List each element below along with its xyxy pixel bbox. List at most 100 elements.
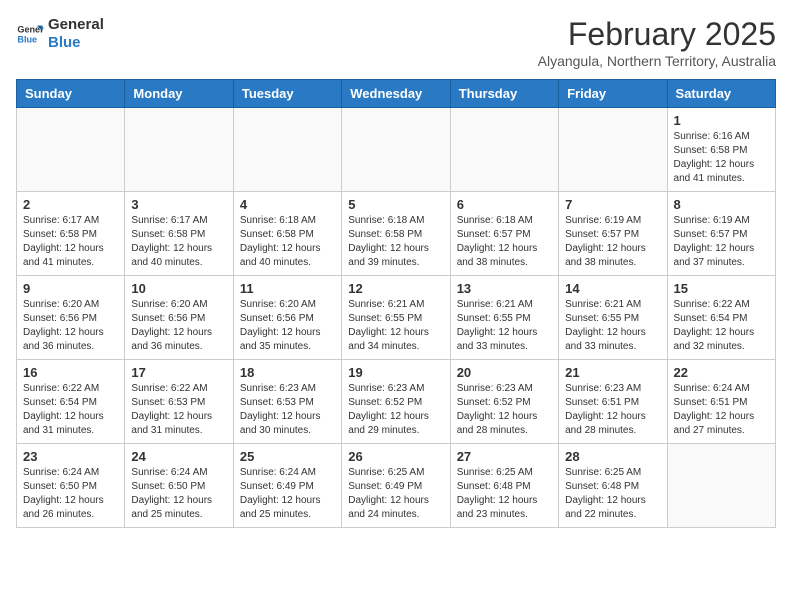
day-info: Sunrise: 6:20 AM Sunset: 6:56 PM Dayligh… [131,298,226,354]
calendar-cell: 16 Sunrise: 6:22 AM Sunset: 6:54 PM Dayli… [17,360,125,444]
calendar-cell: 20Sunrise: 6:23 AM Sunset: 6:52 PM Dayli… [450,360,558,444]
calendar-cell: 8 Sunrise: 6:19 AM Sunset: 6:57 PM Daylig… [667,192,775,276]
calendar-cell: 13 Sunrise: 6:21 AM Sunset: 6:55 PM Dayli… [450,276,558,360]
calendar-cell: 23 Sunrise: 6:24 AM Sunset: 6:50 PM Dayli… [17,444,125,528]
day-number: 25 [240,449,335,464]
day-info: Sunrise: 6:24 AM Sunset: 6:50 PM Dayligh… [131,466,226,522]
calendar-cell [342,108,450,192]
day-number: 22 [674,365,769,380]
day-info: Sunrise: 6:22 AM Sunset: 6:53 PM Dayligh… [131,382,226,438]
day-info: Sunrise: 6:21 AM Sunset: 6:55 PM Dayligh… [457,298,552,354]
calendar-cell [667,444,775,528]
day-number: 27 [457,449,552,464]
day-info: Sunrise: 6:20 AM Sunset: 6:56 PM Dayligh… [23,298,118,354]
day-info: Sunrise: 6:20 AM Sunset: 6:56 PM Dayligh… [240,298,335,354]
day-number: 4 [240,197,335,212]
day-info: Sunrise: 6:24 AM Sunset: 6:50 PM Dayligh… [23,466,118,522]
calendar-cell: 18 Sunrise: 6:23 AM Sunset: 6:53 PM Dayli… [233,360,341,444]
day-info: Sunrise: 6:16 AM Sunset: 6:58 PM Dayligh… [674,130,769,186]
day-number: 8 [674,197,769,212]
day-info: Sunrise: 6:24 AM Sunset: 6:49 PM Dayligh… [240,466,335,522]
day-info: Sunrise: 6:21 AM Sunset: 6:55 PM Dayligh… [565,298,660,354]
calendar-cell [125,108,233,192]
calendar-cell [559,108,667,192]
weekday-header-thursday: Thursday [450,80,558,108]
calendar-cell: 22 Sunrise: 6:24 AM Sunset: 6:51 PM Dayli… [667,360,775,444]
day-number: 23 [23,449,118,464]
weekday-header-saturday: Saturday [667,80,775,108]
day-number: 12 [348,281,443,296]
svg-text:Blue: Blue [17,34,37,44]
calendar-cell: 15 Sunrise: 6:22 AM Sunset: 6:54 PM Dayli… [667,276,775,360]
calendar-cell: 11 Sunrise: 6:20 AM Sunset: 6:56 PM Dayli… [233,276,341,360]
day-number: 3 [131,197,226,212]
day-number: 7 [565,197,660,212]
day-number: 18 [240,365,335,380]
day-info: Sunrise: 6:18 AM Sunset: 6:58 PM Dayligh… [240,214,335,270]
page-header: General Blue General Blue February 2025 … [16,16,776,69]
day-number: 28 [565,449,660,464]
day-info: Sunrise: 6:23 AM Sunset: 6:51 PM Dayligh… [565,382,660,438]
calendar-cell [17,108,125,192]
weekday-header-tuesday: Tuesday [233,80,341,108]
calendar-cell: 17 Sunrise: 6:22 AM Sunset: 6:53 PM Dayli… [125,360,233,444]
calendar-cell: 3 Sunrise: 6:17 AM Sunset: 6:58 PM Daylig… [125,192,233,276]
day-info: Sunrise: 6:22 AM Sunset: 6:54 PM Dayligh… [23,382,118,438]
calendar-cell: 2 Sunrise: 6:17 AM Sunset: 6:58 PM Daylig… [17,192,125,276]
day-number: 2 [23,197,118,212]
calendar-week-2: 2 Sunrise: 6:17 AM Sunset: 6:58 PM Daylig… [17,192,776,276]
calendar-cell: 25 Sunrise: 6:24 AM Sunset: 6:49 PM Dayli… [233,444,341,528]
day-number: 10 [131,281,226,296]
weekday-header-friday: Friday [559,80,667,108]
title-section: February 2025 Alyangula, Northern Territ… [538,16,776,69]
day-info: Sunrise: 6:23 AM Sunset: 6:52 PM Dayligh… [457,382,552,438]
day-info: Sunrise: 6:19 AM Sunset: 6:57 PM Dayligh… [565,214,660,270]
day-number: 14 [565,281,660,296]
day-number: 15 [674,281,769,296]
day-number: 1 [674,113,769,128]
calendar-week-5: 23 Sunrise: 6:24 AM Sunset: 6:50 PM Dayli… [17,444,776,528]
calendar-cell: 21 Sunrise: 6:23 AM Sunset: 6:51 PM Dayli… [559,360,667,444]
day-info: Sunrise: 6:21 AM Sunset: 6:55 PM Dayligh… [348,298,443,354]
day-number: 5 [348,197,443,212]
calendar-cell: 6Sunrise: 6:18 AM Sunset: 6:57 PM Daylig… [450,192,558,276]
day-number: 6 [457,197,552,212]
day-info: Sunrise: 6:23 AM Sunset: 6:52 PM Dayligh… [348,382,443,438]
calendar-cell: 24 Sunrise: 6:24 AM Sunset: 6:50 PM Dayli… [125,444,233,528]
calendar-cell [233,108,341,192]
day-info: Sunrise: 6:23 AM Sunset: 6:53 PM Dayligh… [240,382,335,438]
logo-icon: General Blue [16,20,44,48]
day-number: 17 [131,365,226,380]
day-info: Sunrise: 6:25 AM Sunset: 6:48 PM Dayligh… [457,466,552,522]
day-info: Sunrise: 6:25 AM Sunset: 6:49 PM Dayligh… [348,466,443,522]
day-number: 19 [348,365,443,380]
calendar-week-4: 16 Sunrise: 6:22 AM Sunset: 6:54 PM Dayli… [17,360,776,444]
weekday-header-wednesday: Wednesday [342,80,450,108]
day-number: 13 [457,281,552,296]
day-number: 9 [23,281,118,296]
day-info: Sunrise: 6:22 AM Sunset: 6:54 PM Dayligh… [674,298,769,354]
calendar-cell: 4 Sunrise: 6:18 AM Sunset: 6:58 PM Daylig… [233,192,341,276]
day-number: 24 [131,449,226,464]
calendar-cell: 1 Sunrise: 6:16 AM Sunset: 6:58 PM Daylig… [667,108,775,192]
calendar-week-1: 1 Sunrise: 6:16 AM Sunset: 6:58 PM Daylig… [17,108,776,192]
day-number: 21 [565,365,660,380]
day-number: 26 [348,449,443,464]
weekday-header-monday: Monday [125,80,233,108]
day-info: Sunrise: 6:19 AM Sunset: 6:57 PM Dayligh… [674,214,769,270]
day-info: Sunrise: 6:17 AM Sunset: 6:58 PM Dayligh… [23,214,118,270]
month-title: February 2025 [538,16,776,53]
day-info: Sunrise: 6:17 AM Sunset: 6:58 PM Dayligh… [131,214,226,270]
logo: General Blue General Blue [16,16,104,52]
day-info: Sunrise: 6:24 AM Sunset: 6:51 PM Dayligh… [674,382,769,438]
day-number: 16 [23,365,118,380]
calendar-cell: 28 Sunrise: 6:25 AM Sunset: 6:48 PM Dayli… [559,444,667,528]
day-info: Sunrise: 6:25 AM Sunset: 6:48 PM Dayligh… [565,466,660,522]
calendar-cell: 27 Sunrise: 6:25 AM Sunset: 6:48 PM Dayli… [450,444,558,528]
location-title: Alyangula, Northern Territory, Australia [538,53,776,69]
weekday-header-row: SundayMondayTuesdayWednesdayThursdayFrid… [17,80,776,108]
calendar-cell: 26 Sunrise: 6:25 AM Sunset: 6:49 PM Dayli… [342,444,450,528]
day-number: 11 [240,281,335,296]
calendar-cell: 12 Sunrise: 6:21 AM Sunset: 6:55 PM Dayli… [342,276,450,360]
calendar-cell: 5Sunrise: 6:18 AM Sunset: 6:58 PM Daylig… [342,192,450,276]
